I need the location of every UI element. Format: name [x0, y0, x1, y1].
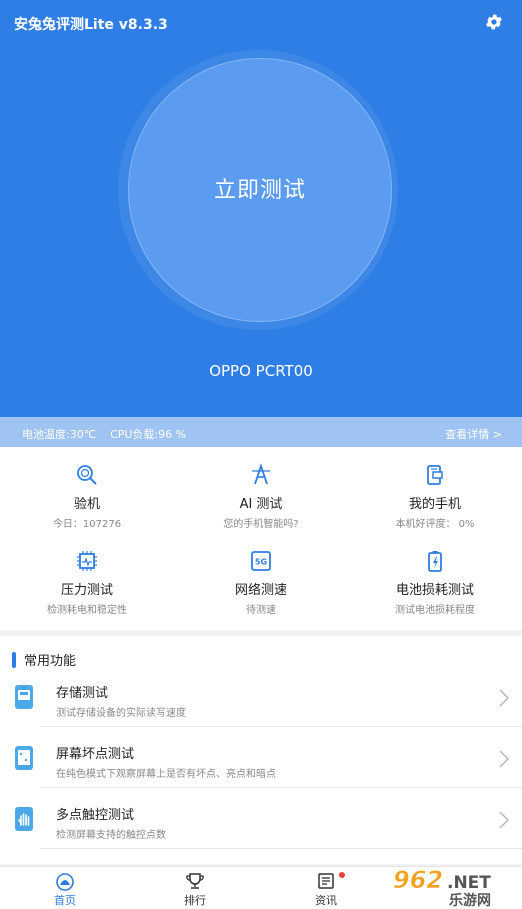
- site-watermark: 962 .NET 乐游网: [393, 866, 492, 908]
- svg-text:乐游网: 乐游网: [449, 892, 491, 908]
- screen-icon: [15, 746, 33, 770]
- touch-icon: [15, 807, 33, 831]
- feature-title: AI 测试: [239, 497, 283, 512]
- divider: [40, 726, 522, 727]
- feature-inspect[interactable]: 验机 今日：107276: [0, 463, 174, 549]
- battery-temperature: 电池温度:30℃: [22, 428, 97, 441]
- list-item-storage-test[interactable]: 存储测试 测试存储设备的实际读写速度: [0, 672, 522, 732]
- feature-title: 网络测速: [234, 583, 287, 598]
- section-title-text: 常用功能: [24, 654, 77, 669]
- feature-title: 电池损耗测试: [395, 583, 474, 598]
- cpu-load: CPU负载:96 %: [110, 428, 187, 441]
- feature-my-phone[interactable]: 我的手机 本机好评度： 0%: [348, 463, 522, 549]
- hero-panel: 安兔兔评测Lite v8.3.3 立即测试 OPPO PCRT00: [0, 0, 522, 417]
- trophy-icon: [186, 873, 204, 889]
- section-title: 常用功能: [12, 650, 76, 669]
- nav-home[interactable]: 首页: [0, 867, 130, 909]
- app-title: 安兔兔评测Lite v8.3.3: [14, 17, 168, 33]
- common-functions-section: 常用功能 存储测试 测试存储设备的实际读写速度 屏幕坏点测试 在纯色模式下观察屏…: [0, 636, 522, 864]
- feature-network-speed[interactable]: 5G 网络测速 待测速: [174, 549, 348, 635]
- view-details-link[interactable]: 查看详情 >: [445, 426, 502, 442]
- item-title: 屏幕坏点测试: [56, 747, 135, 762]
- feature-subtitle: 今日：107276: [52, 519, 122, 530]
- gear-icon[interactable]: [484, 12, 504, 32]
- svg-text:.NET: .NET: [447, 873, 491, 893]
- section-accent-bar: [12, 652, 16, 668]
- nav-home-label: 首页: [54, 894, 76, 907]
- feature-subtitle: 检测耗电和稳定性: [47, 605, 127, 616]
- item-subtitle: 在纯色模式下观察屏幕上是否有坏点、亮点和暗点: [56, 769, 276, 780]
- ai-icon: [252, 463, 270, 485]
- notification-badge: [339, 872, 345, 878]
- chevron-right-icon: [499, 689, 510, 707]
- storage-icon: [15, 685, 33, 709]
- feature-title: 我的手机: [408, 497, 461, 512]
- 5g-icon: 5G: [251, 551, 271, 571]
- device-status-bar: 电池温度:30℃ CPU负载:96 % 查看详情 >: [0, 417, 522, 447]
- feature-subtitle: 您的手机智能吗?: [223, 519, 299, 530]
- home-icon: [56, 873, 74, 891]
- feature-stress-test[interactable]: 压力测试 检测耗电和稳定性: [0, 549, 174, 635]
- news-icon: [318, 873, 334, 889]
- divider: [40, 787, 522, 788]
- nav-rank[interactable]: 排行: [130, 867, 260, 909]
- chevron-right-icon: [499, 811, 510, 829]
- status-readings: 电池温度:30℃ CPU负载:96 %: [22, 426, 186, 442]
- svg-text:5G: 5G: [255, 558, 267, 567]
- nav-rank-label: 排行: [184, 894, 206, 907]
- item-title: 存储测试: [56, 686, 109, 701]
- feature-title: 验机: [73, 497, 100, 512]
- divider: [40, 848, 522, 849]
- item-title: 多点触控测试: [56, 808, 135, 823]
- nav-news-label: 资讯: [315, 894, 337, 907]
- item-subtitle: 检测屏幕支持的触控点数: [56, 830, 166, 841]
- item-subtitle: 测试存储设备的实际读写速度: [56, 708, 186, 719]
- nav-news[interactable]: 资讯: [261, 867, 391, 909]
- feature-title: 压力测试: [60, 583, 113, 598]
- feature-battery-test[interactable]: 电池损耗测试 测试电池损耗程度: [348, 549, 522, 635]
- list-item-screen-test[interactable]: 屏幕坏点测试 在纯色模式下观察屏幕上是否有坏点、亮点和暗点: [0, 733, 522, 793]
- test-now-label[interactable]: 立即测试: [128, 172, 392, 204]
- list-item-multitouch-test[interactable]: 多点触控测试 检测屏幕支持的触控点数: [0, 794, 522, 854]
- device-model: OPPO PCRT00: [209, 362, 313, 380]
- magnifier-icon: [77, 465, 97, 485]
- phone-info-icon: [427, 465, 443, 485]
- battery-icon: [428, 551, 442, 572]
- feature-grid: 验机 今日：107276 AI 测试 您的手机智能吗? 我的手机 本机好评度： …: [0, 447, 522, 630]
- chip-icon: [77, 551, 97, 571]
- feature-ai-test[interactable]: AI 测试 您的手机智能吗?: [174, 463, 348, 549]
- feature-subtitle: 测试电池损耗程度: [395, 605, 475, 616]
- feature-subtitle: 待测速: [246, 605, 276, 616]
- svg-text:962: 962: [393, 866, 443, 894]
- feature-subtitle: 本机好评度： 0%: [395, 519, 475, 530]
- chevron-right-icon: [499, 750, 510, 768]
